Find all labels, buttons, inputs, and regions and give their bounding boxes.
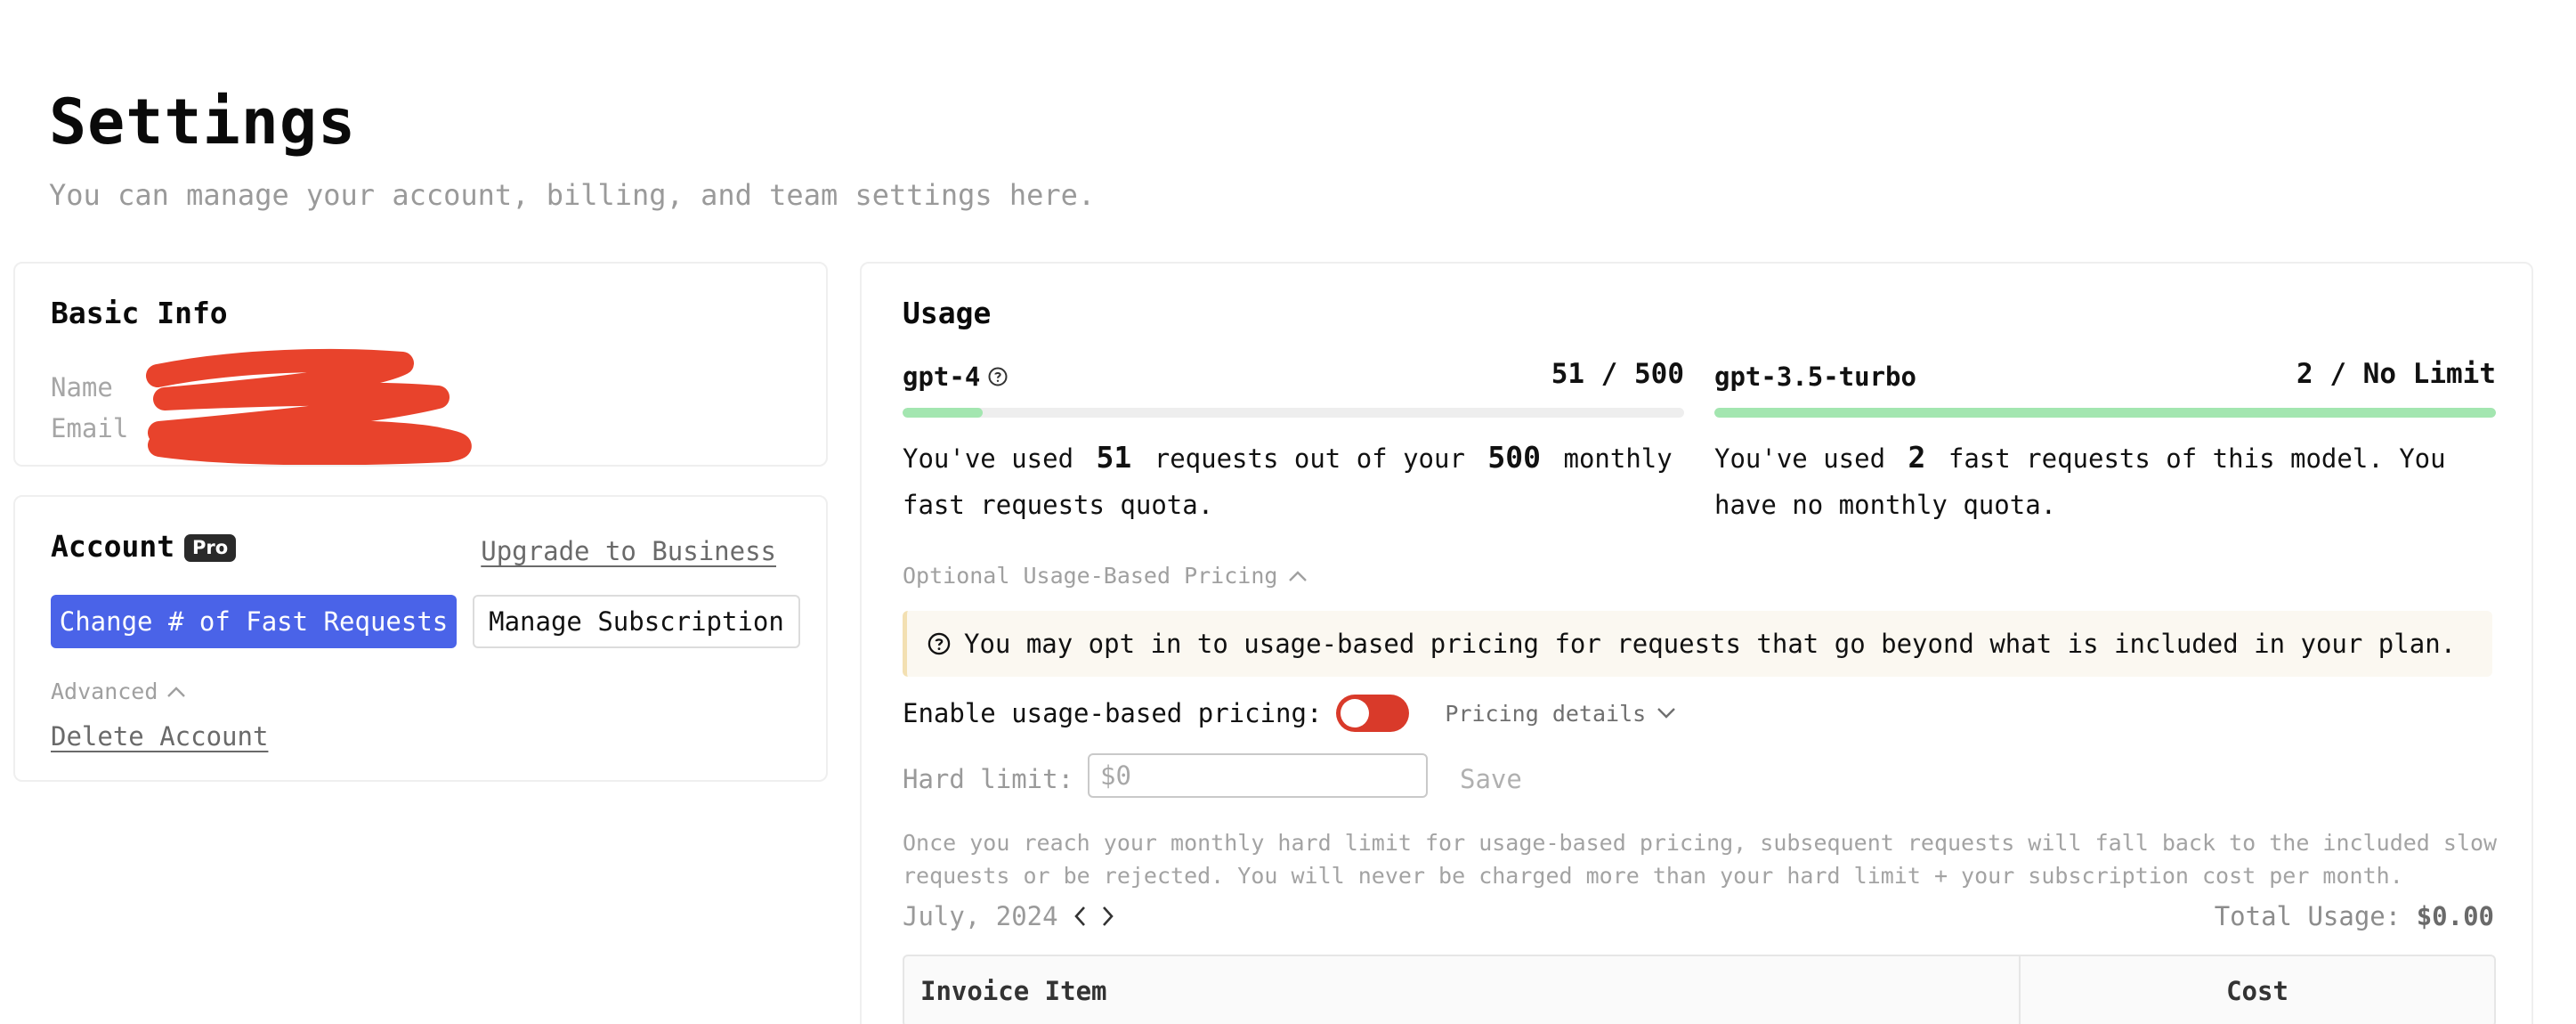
usage-pricing-notice: You may opt in to usage-based pricing fo… — [903, 611, 2492, 677]
email-label: Email — [51, 413, 129, 443]
usage-progress-fill — [1714, 408, 2496, 418]
page-subtitle: You can manage your account, billing, an… — [49, 178, 1096, 212]
optional-pricing-label: Optional Usage-Based Pricing — [903, 563, 1278, 589]
page-title: Settings — [49, 85, 357, 158]
toggle-knob — [1341, 699, 1370, 727]
hard-limit-label: Hard limit: — [903, 764, 1074, 794]
model-usage-count: 51 / 500 — [1551, 358, 1684, 390]
save-button[interactable]: Save — [1460, 764, 1522, 794]
hard-limit-note: Once you reach your monthly hard limit f… — [903, 830, 2498, 889]
model-usage-gpt35: gpt-3.5-turbo 2 / No Limit You've used 2… — [1714, 358, 2496, 536]
notice-text: You may opt in to usage-based pricing fo… — [964, 629, 2457, 659]
model-usage-description: You've used 51 requests out of your 500 … — [903, 440, 1673, 520]
pricing-details-dropdown[interactable]: Pricing details — [1445, 701, 1676, 727]
invoice-table: Invoice Item Cost — [903, 955, 2496, 1024]
model-usage-count: 2 / No Limit — [2297, 358, 2496, 390]
model-name: gpt-3.5-turbo — [1714, 362, 1916, 392]
usage-card: Usage gpt-4 51 / 500 You've used 51 requ… — [860, 262, 2533, 1024]
advanced-label: Advanced — [51, 679, 158, 704]
chevron-left-icon — [1073, 906, 1085, 926]
account-title: Account — [51, 529, 175, 564]
column-header-cost: Cost — [2226, 976, 2288, 1006]
optional-pricing-toggle[interactable]: Optional Usage-Based Pricing — [903, 563, 1308, 589]
usage-pricing-toggle[interactable] — [1336, 695, 1410, 732]
account-card: Account Pro Upgrade to Business Change #… — [13, 495, 828, 782]
pricing-details-label: Pricing details — [1445, 700, 1647, 727]
total-usage-label: Total Usage: — [2214, 901, 2402, 931]
pro-badge: Pro — [184, 534, 237, 562]
chevron-right-icon — [1102, 906, 1114, 926]
advanced-toggle[interactable]: Advanced — [51, 679, 186, 704]
month-label: July, 2024 — [903, 901, 1058, 931]
usage-progress-bar — [1714, 408, 2496, 418]
chevron-up-icon — [167, 686, 186, 697]
model-usage-description: You've used 2 fast requests of this mode… — [1714, 440, 2446, 520]
usage-progress-fill — [903, 408, 983, 418]
chevron-up-icon — [1289, 570, 1308, 581]
usage-title: Usage — [903, 296, 992, 330]
upgrade-to-business-link[interactable]: Upgrade to Business — [481, 536, 776, 566]
total-usage-value: $0.00 — [2416, 901, 2494, 931]
total-usage: Total Usage: $0.00 — [2215, 901, 2494, 931]
enable-usage-pricing-row: Enable usage-based pricing: Pricing deta… — [903, 691, 1676, 735]
model-name: gpt-4 — [903, 362, 981, 392]
enable-usage-pricing-label: Enable usage-based pricing: — [903, 698, 1323, 728]
month-selector: July, 2024 — [903, 901, 1115, 931]
basic-info-card: Basic Info Name Email — [13, 262, 828, 467]
column-header-invoice-item: Invoice Item — [904, 956, 2021, 1024]
redaction-scribble — [146, 348, 472, 465]
chevron-down-icon — [1657, 708, 1676, 719]
invoice-table-header: Invoice Item Cost — [904, 956, 2494, 1024]
name-label: Name — [51, 372, 113, 402]
help-circle-icon[interactable] — [987, 366, 1009, 387]
model-usage-gpt4: gpt-4 51 / 500 You've used 51 requests o… — [903, 358, 1684, 536]
next-month-button[interactable] — [1101, 905, 1115, 928]
change-fast-requests-button[interactable]: Change # of Fast Requests — [51, 595, 457, 648]
basic-info-title: Basic Info — [51, 296, 228, 330]
manage-subscription-button[interactable]: Manage Subscription — [473, 595, 800, 648]
help-circle-icon — [928, 632, 951, 655]
hard-limit-input[interactable] — [1088, 753, 1428, 798]
usage-progress-bar — [903, 408, 1684, 418]
delete-account-link[interactable]: Delete Account — [51, 721, 268, 752]
prev-month-button[interactable] — [1073, 905, 1087, 928]
